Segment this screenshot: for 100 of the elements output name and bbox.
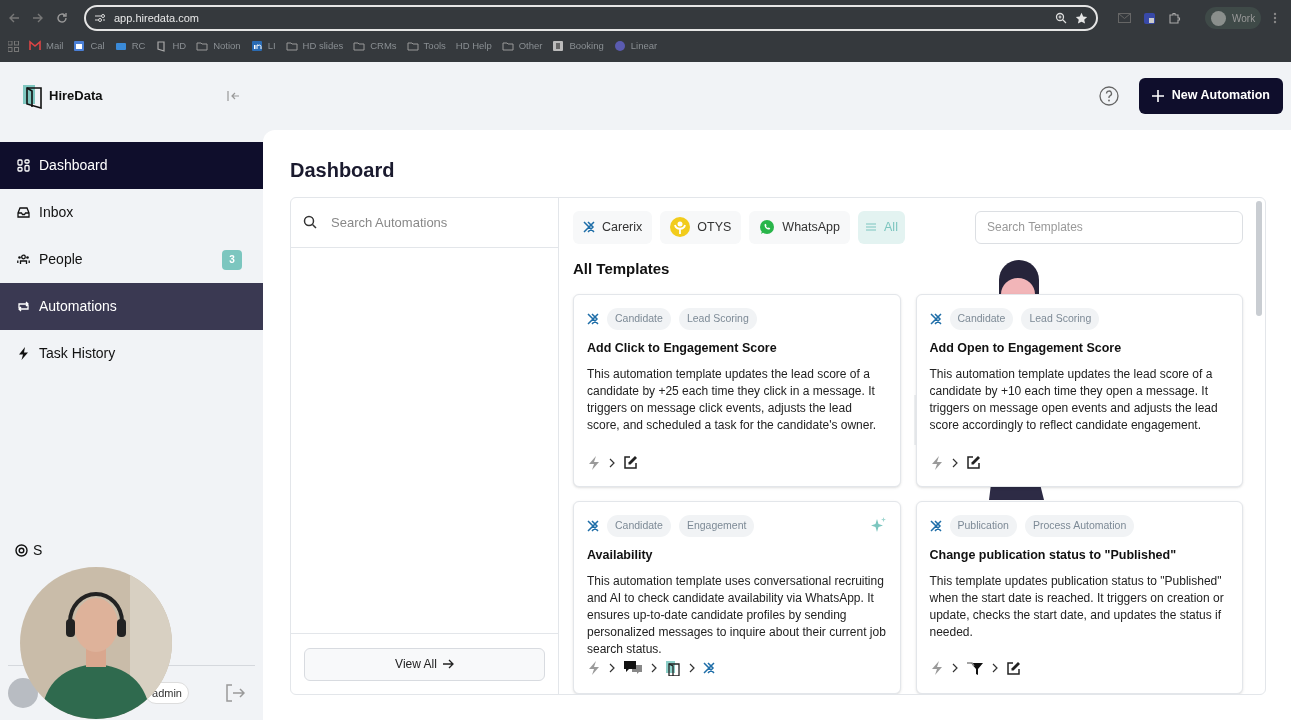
- bookmark-link[interactable]: Cal: [90, 38, 105, 54]
- profile-button[interactable]: Work: [1205, 7, 1262, 29]
- sidebar-item[interactable]: S: [33, 539, 43, 561]
- collapse-sidebar-icon[interactable]: [227, 90, 241, 102]
- linear-icon: [613, 40, 626, 52]
- bookmark-link[interactable]: Notion: [213, 38, 241, 54]
- bolt-icon: [929, 455, 944, 470]
- bookmark-link[interactable]: HD Help: [455, 38, 492, 54]
- sidebar-item[interactable]: People 3: [0, 236, 263, 283]
- bolt-icon: [929, 661, 944, 675]
- card-title: Add Open to Engagement Score: [929, 339, 1123, 357]
- profile-label: Work: [1232, 11, 1256, 26]
- forward-icon[interactable]: [32, 12, 44, 24]
- card-description: This automation template updates the lead score of a candidate by +25 each time they click in a message. It triggers on message click events, adjusts the lead score, and scheduled a task for the candidate's owner.: [587, 365, 878, 434]
- tag: Candidate: [607, 515, 671, 537]
- bolt-icon: [587, 455, 601, 470]
- bookmark-link[interactable]: HD slides: [302, 38, 344, 54]
- calendar-icon: [73, 40, 86, 52]
- people-icon: [17, 253, 30, 266]
- repeat-icon: [17, 300, 30, 313]
- bookmark-link[interactable]: HD: [172, 38, 187, 54]
- apps-icon[interactable]: [8, 40, 19, 52]
- template-card[interactable]: [915, 501, 1243, 694]
- tag: Engagement: [678, 515, 755, 537]
- chevron-right-icon: [689, 662, 695, 673]
- user-avatar: [8, 678, 38, 708]
- bookmark-link[interactable]: Linear: [630, 38, 658, 54]
- grid-icon: [17, 159, 30, 172]
- tag: Publication: [949, 515, 1017, 537]
- sidebar-item[interactable]: Dashboard: [0, 142, 263, 189]
- bolt-icon: [17, 347, 30, 360]
- logo-icon: [155, 40, 168, 52]
- address-bar[interactable]: app.hiredata.com: [84, 5, 1098, 31]
- bookmark-link[interactable]: Tools: [423, 38, 446, 54]
- logo-icon: [22, 83, 43, 109]
- tag: Lead Scoring: [1021, 308, 1100, 330]
- site-settings-icon[interactable]: [94, 13, 106, 23]
- back-icon[interactable]: [8, 12, 20, 24]
- count-badge: 3: [222, 249, 242, 270]
- folder-icon: [196, 40, 209, 52]
- chevron-right-icon: [991, 663, 998, 673]
- extension-icon[interactable]: [1143, 11, 1156, 25]
- chevron-right-icon: [951, 663, 958, 673]
- filter-tab[interactable]: WhatsApp: [749, 210, 850, 244]
- card-title: Availability: [587, 546, 654, 564]
- edit-icon: [623, 455, 638, 470]
- bookmark-link[interactable]: CRMs: [370, 38, 397, 54]
- mail-icon: [29, 40, 41, 52]
- filter-tab[interactable]: OTYS: [660, 210, 742, 244]
- search-automations-field[interactable]: Search Automations: [331, 197, 558, 247]
- card-description: This template updates publication status to "Published" when the start date is reached. It triggers on creation or update, checks the start date, and updates the status if needed.: [929, 572, 1225, 641]
- filter-icon: [965, 659, 984, 677]
- plus-icon: [1151, 89, 1164, 102]
- folder-icon: [353, 40, 366, 52]
- help-icon[interactable]: [1098, 85, 1119, 106]
- search-icon: [303, 215, 317, 229]
- edit-icon: [1005, 660, 1021, 676]
- tag: Candidate: [607, 308, 671, 330]
- bookmark-link[interactable]: Other: [518, 38, 543, 54]
- folder-icon: [285, 40, 298, 52]
- bookmark-link[interactable]: LI: [267, 38, 276, 54]
- folder-icon: [114, 40, 127, 52]
- sidebar-item[interactable]: Task History: [0, 330, 263, 377]
- star-icon[interactable]: [1075, 11, 1088, 25]
- search-templates-field[interactable]: Search Templates: [975, 210, 1243, 244]
- template-card[interactable]: [573, 501, 901, 694]
- document-icon: [665, 659, 681, 676]
- reload-icon[interactable]: [56, 12, 68, 24]
- view-all-button[interactable]: View All: [304, 647, 545, 681]
- scrollbar[interactable]: [1256, 200, 1262, 316]
- folder-icon: [501, 40, 514, 52]
- bookmark-link[interactable]: Mail: [46, 38, 64, 54]
- card-description: This automation template updates the lead score of a candidate by +10 each time they open a message. It triggers on message open events and adjusts the lead score accordingly to reflect candidate engagement.: [929, 365, 1219, 434]
- page-title: Dashboard: [290, 157, 396, 183]
- booking-icon: [552, 40, 565, 52]
- template-card[interactable]: [915, 294, 1243, 487]
- sidebar-item[interactable]: Automations: [0, 283, 263, 330]
- arrow-right-icon: [442, 659, 454, 669]
- filter-tab[interactable]: Carerix: [573, 210, 653, 244]
- puzzle-icon[interactable]: [1168, 11, 1181, 25]
- bookmark-link[interactable]: Booking: [569, 38, 604, 54]
- chevron-right-icon: [609, 662, 615, 673]
- template-card[interactable]: [573, 294, 901, 487]
- new-automation-button[interactable]: New Automation: [1138, 77, 1283, 114]
- logo-text: HireData: [49, 87, 103, 106]
- logout-icon[interactable]: [225, 684, 245, 702]
- tag: Lead Scoring: [678, 308, 757, 330]
- edit-icon: [965, 455, 981, 470]
- sidebar-item[interactable]: Inbox: [0, 189, 263, 236]
- list-icon: [865, 221, 877, 233]
- tag: Process Automation: [1024, 515, 1135, 537]
- tag: Candidate: [949, 308, 1014, 330]
- card-title: Add Click to Engagement Score: [587, 339, 778, 357]
- section-heading: All Templates: [573, 258, 671, 279]
- chevron-right-icon: [951, 457, 958, 468]
- card-title: Change publication status to "Published": [929, 546, 1178, 564]
- chevron-right-icon: [609, 457, 615, 468]
- bookmark-link[interactable]: RC: [131, 38, 146, 54]
- more-icon[interactable]: [1273, 12, 1278, 24]
- zoom-icon[interactable]: [1055, 12, 1067, 24]
